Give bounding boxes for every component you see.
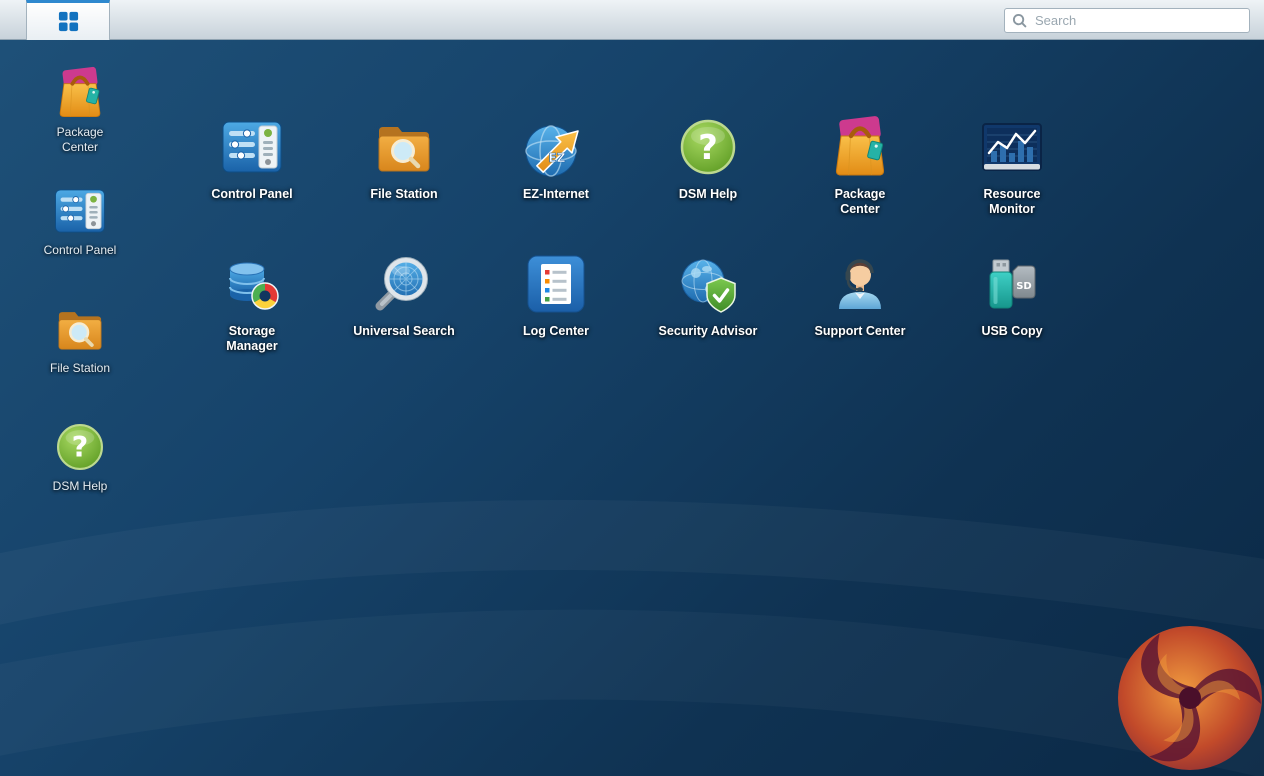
app-ez-internet[interactable]: EZ-Internet [480,115,632,218]
ez-internet-icon [524,115,588,179]
app-label: Universal Search [353,324,454,339]
package-center-icon [828,115,892,179]
usb-copy-icon [980,252,1044,316]
storage-manager-icon [220,252,284,316]
app-dsm-help[interactable]: DSM Help [632,115,784,218]
control-panel-icon [220,115,284,179]
shortcut-control-panel[interactable]: Control Panel [28,184,132,288]
app-storage-manager[interactable]: Storage Manager [176,252,328,355]
app-label: Package Center [835,187,886,218]
desktop: Package Center Control Panel File Statio… [0,40,1264,776]
search-icon [1012,13,1027,28]
app-control-panel[interactable]: Control Panel [176,115,328,218]
app-label: Security Advisor [659,324,758,339]
shortcut-file-station[interactable]: File Station [28,302,132,406]
universal-search-icon [372,252,436,316]
log-center-icon [524,252,588,316]
dsm-desktop-screen: Package Center Control Panel File Statio… [0,0,1264,776]
control-panel-icon [53,184,107,238]
shortcut-label: Package Center [57,125,104,155]
app-resource-monitor[interactable]: Resource Monitor [936,115,1088,218]
main-menu-grid-icon [57,10,80,33]
app-label: EZ-Internet [523,187,589,202]
app-label: Resource Monitor [984,187,1041,218]
app-label: DSM Help [679,187,737,202]
app-usb-copy[interactable]: USB Copy [936,252,1088,355]
dsm-help-icon [676,115,740,179]
app-universal-search[interactable]: Universal Search [328,252,480,355]
app-label: Storage Manager [226,324,277,355]
shortcut-label: DSM Help [53,479,108,494]
app-file-station[interactable]: File Station [328,115,480,218]
dsm-help-icon [53,420,107,474]
shortcut-label: Control Panel [44,243,117,258]
app-label: USB Copy [981,324,1042,339]
search-box[interactable] [1004,8,1250,33]
main-menu-button[interactable] [26,0,110,40]
wallpaper-swirl-logo [1064,624,1264,776]
app-security-advisor[interactable]: Security Advisor [632,252,784,355]
app-log-center[interactable]: Log Center [480,252,632,355]
shortcut-dsm-help[interactable]: DSM Help [28,420,132,524]
file-station-icon [53,302,107,356]
taskbar [0,0,1264,40]
app-label: Support Center [815,324,906,339]
shortcut-package-center[interactable]: Package Center [28,66,132,170]
app-support-center[interactable]: Support Center [784,252,936,355]
resource-monitor-icon [980,115,1044,179]
file-station-icon [372,115,436,179]
app-label: File Station [370,187,437,202]
app-label: Control Panel [211,187,292,202]
app-package-center[interactable]: Package Center [784,115,936,218]
app-grid: Control Panel File Station EZ-Internet D… [176,115,1088,354]
package-center-icon [53,66,107,120]
desktop-shortcuts: Package Center Control Panel File Statio… [28,66,132,524]
support-center-icon [828,252,892,316]
search-input[interactable] [1033,12,1242,29]
security-advisor-icon [676,252,740,316]
app-label: Log Center [523,324,589,339]
shortcut-label: File Station [50,361,110,376]
